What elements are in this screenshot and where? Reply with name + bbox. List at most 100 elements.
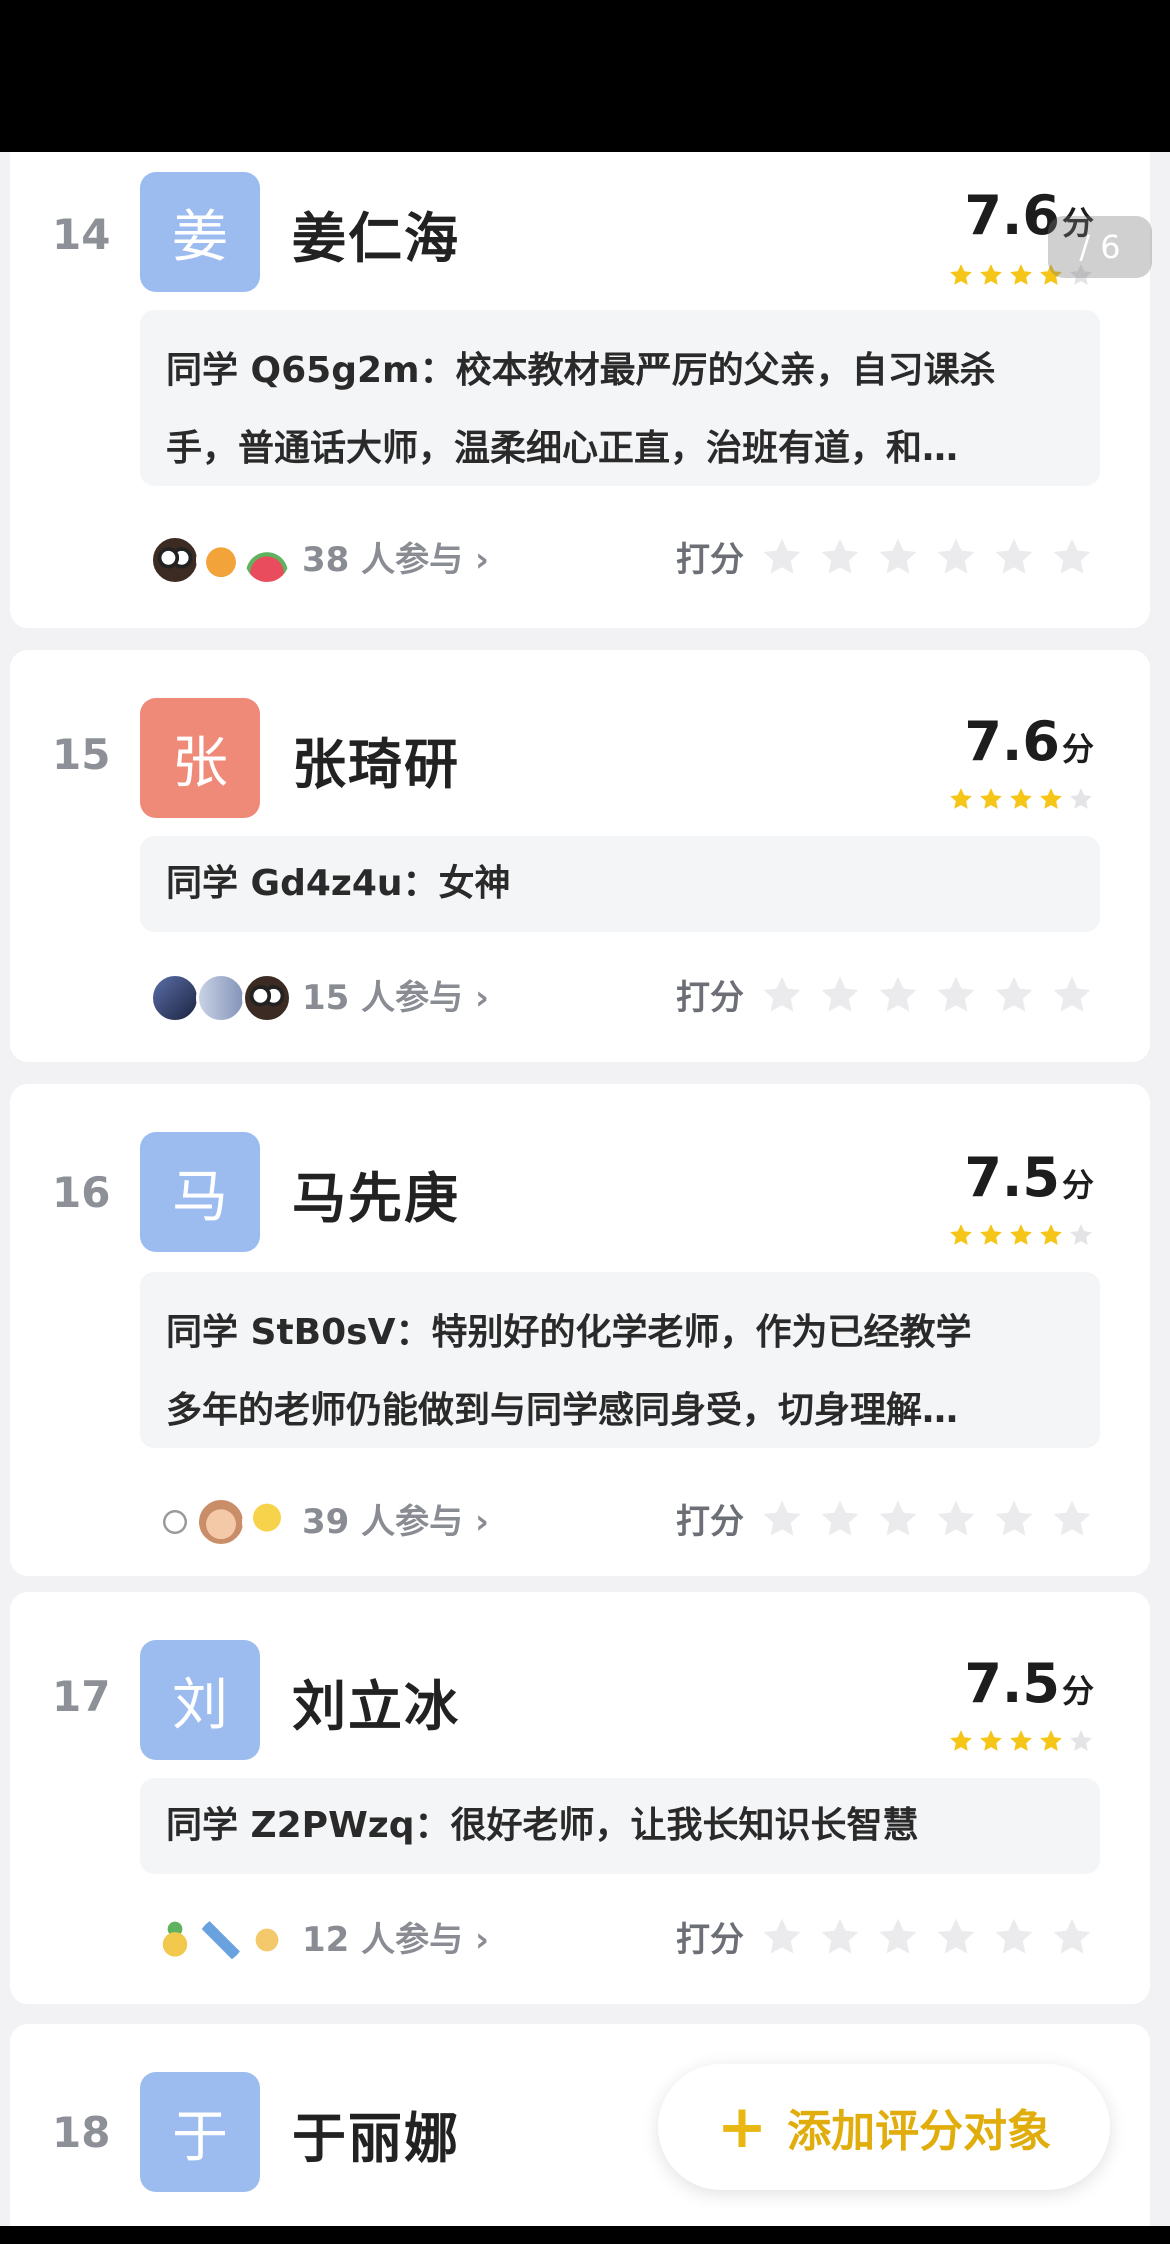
teacher-name: 刘立冰	[292, 1675, 460, 1738]
comment-bubble[interactable]: 同学 Gd4z4u：女神	[140, 836, 1100, 932]
star-filled-icon	[1040, 788, 1062, 809]
star-empty-icon[interactable]	[876, 973, 920, 1017]
comment-line: 手，普通话大师，温柔细心正直，治班有道，和…	[166, 428, 959, 469]
participants-link[interactable]: 15 人参与 ›	[302, 968, 489, 1028]
teacher-card[interactable]: 17 刘 刘立冰 7.5分 同学 Z2PWzq：很好老师，让我长知识长智慧 12…	[10, 1592, 1150, 2004]
participants-link[interactable]: 38 人参与 ›	[302, 530, 489, 590]
star-empty-icon[interactable]	[760, 1915, 804, 1959]
pineapple-icon	[150, 1915, 200, 1965]
star-empty-icon[interactable]	[760, 535, 804, 579]
teacher-card[interactable]: 16 马 马先庚 7.5分 同学 StB0sV：特别好的化学老师，作为已经教学 …	[10, 1084, 1150, 1576]
star-empty-icon[interactable]	[760, 973, 804, 1017]
score: 7.6分	[964, 710, 1094, 773]
rank-number: 15	[52, 730, 111, 779]
rank-number: 17	[52, 1672, 111, 1721]
star-filled-icon	[980, 264, 1002, 285]
pickaxe-icon	[196, 1915, 246, 1965]
rate-label: 打分	[676, 978, 744, 1018]
rank-number: 14	[52, 210, 111, 259]
rating-stars-input[interactable]	[760, 535, 1094, 579]
average-stars	[948, 1728, 1094, 1754]
comment-line: 同学 StB0sV：特别好的化学老师，作为已经教学	[166, 1312, 972, 1353]
participants-link[interactable]: 39 人参与 ›	[302, 1492, 489, 1552]
avatar: 张	[140, 698, 260, 818]
star-empty-icon[interactable]	[934, 973, 978, 1017]
plus-icon: +	[716, 2092, 768, 2162]
rating-stars-input[interactable]	[760, 1497, 1094, 1541]
star-empty-icon[interactable]	[876, 1915, 920, 1959]
rank-number: 18	[52, 2108, 111, 2157]
rate-label: 打分	[676, 540, 744, 580]
star-empty-icon[interactable]	[992, 973, 1036, 1017]
star-filled-icon	[950, 1730, 972, 1751]
star-empty-icon[interactable]	[1050, 973, 1094, 1017]
teacher-name: 姜仁海	[292, 207, 460, 270]
star-empty-icon[interactable]	[760, 1497, 804, 1541]
star-empty-icon[interactable]	[934, 1497, 978, 1541]
rate-label: 打分	[676, 1920, 744, 1960]
star-filled-icon	[980, 1224, 1002, 1245]
rank-number: 16	[52, 1168, 111, 1217]
star-empty-icon[interactable]	[876, 1497, 920, 1541]
teacher-card[interactable]: 14 姜 姜仁海 7.6分 同学 Q65g2m：校本教材最严厉的父亲，自习课杀 …	[10, 152, 1150, 628]
rating-list-screen: 14 姜 姜仁海 7.6分 同学 Q65g2m：校本教材最严厉的父亲，自习课杀 …	[0, 152, 1170, 2226]
owl-face-icon	[150, 535, 200, 585]
card-footer: 15 人参与 › 打分	[150, 968, 1094, 1028]
participant-avatars	[150, 530, 292, 590]
average-stars	[948, 786, 1094, 812]
score-unit: 分	[1061, 1166, 1094, 1204]
score: 7.5分	[964, 1652, 1094, 1715]
star-filled-icon	[1010, 1730, 1032, 1751]
score-unit: 分	[1061, 1672, 1094, 1710]
dark-photo-avatar-icon	[150, 973, 200, 1023]
teacher-name: 马先庚	[292, 1167, 460, 1230]
star-empty-icon[interactable]	[818, 973, 862, 1017]
participants-link[interactable]: 12 人参与 ›	[302, 1910, 489, 1970]
comment-line: 同学 Gd4z4u：女神	[166, 863, 511, 904]
comment-bubble[interactable]: 同学 Z2PWzq：很好老师，让我长知识长智慧	[140, 1778, 1100, 1874]
star-filled-icon	[980, 788, 1002, 809]
teacher-card[interactable]: 15 张 张琦研 7.6分 同学 Gd4z4u：女神 15 人参与 › 打分	[10, 650, 1150, 1062]
star-empty-icon[interactable]	[934, 1915, 978, 1959]
rating-stars-input[interactable]	[760, 1915, 1094, 1959]
avatar: 姜	[140, 172, 260, 292]
avatar: 刘	[140, 1640, 260, 1760]
score-value: 7.5	[964, 1146, 1060, 1209]
bear-face-icon	[196, 1497, 246, 1547]
avatar: 于	[140, 2072, 260, 2192]
star-empty-icon[interactable]	[992, 1915, 1036, 1959]
molecule-icon	[150, 1497, 200, 1547]
watermelon-icon	[242, 535, 292, 585]
star-filled-icon	[950, 788, 972, 809]
star-empty-icon[interactable]	[818, 1915, 862, 1959]
score-value: 7.6	[964, 710, 1060, 773]
rating-stars-input[interactable]	[760, 973, 1094, 1017]
umbrella-icon	[242, 1497, 292, 1547]
star-filled-icon	[1010, 264, 1032, 285]
star-empty-icon[interactable]	[934, 535, 978, 579]
comment-bubble[interactable]: 同学 Q65g2m：校本教材最严厉的父亲，自习课杀 手，普通话大师，温柔细心正直…	[140, 310, 1100, 486]
star-filled-icon	[950, 1224, 972, 1245]
teacher-name: 张琦研	[292, 733, 460, 796]
star-filled-icon	[1010, 1224, 1032, 1245]
add-rating-target-button[interactable]: + 添加评分对象	[658, 2064, 1110, 2190]
star-filled-icon	[980, 1730, 1002, 1751]
peanut-icon	[242, 1915, 292, 1965]
comment-bubble[interactable]: 同学 StB0sV：特别好的化学老师，作为已经教学 多年的老师仍能做到与同学感同…	[140, 1272, 1100, 1448]
star-empty-icon[interactable]	[992, 1497, 1036, 1541]
card-footer: 39 人参与 › 打分	[150, 1492, 1094, 1552]
star-empty-icon[interactable]	[1050, 535, 1094, 579]
star-filled-icon	[950, 264, 972, 285]
mango-icon	[196, 535, 246, 585]
card-footer: 38 人参与 › 打分	[150, 530, 1094, 590]
star-empty-icon[interactable]	[1050, 1497, 1094, 1541]
score-value: 7.6	[964, 184, 1060, 247]
star-empty-icon[interactable]	[818, 1497, 862, 1541]
add-button-label: 添加评分对象	[787, 2106, 1052, 2157]
rate-label: 打分	[676, 1502, 744, 1542]
star-empty-icon[interactable]	[876, 535, 920, 579]
star-empty-icon[interactable]	[1050, 1915, 1094, 1959]
star-empty-icon[interactable]	[992, 535, 1036, 579]
status-bar	[0, 0, 1170, 152]
star-empty-icon[interactable]	[818, 535, 862, 579]
